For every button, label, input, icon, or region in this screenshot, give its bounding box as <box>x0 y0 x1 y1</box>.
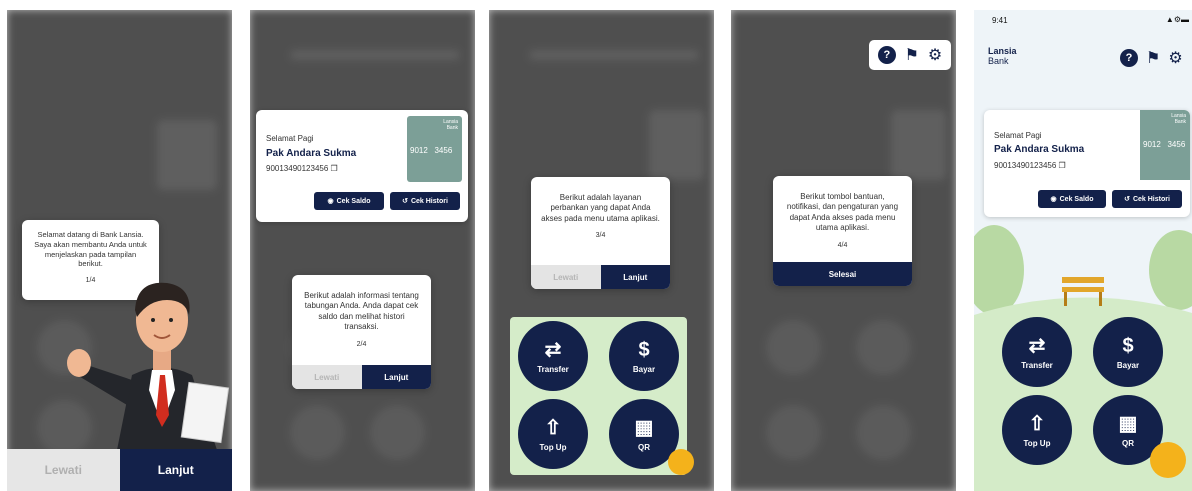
account-number-row: 90013490123456 ❐ <box>994 161 1066 170</box>
step-counter: 2/4 <box>356 340 367 348</box>
skip-button[interactable]: Lewati <box>7 449 120 491</box>
tooltip-message: Berikut adalah layanan perbankan yang da… <box>541 193 660 223</box>
customer-name: Pak Andara Sukma <box>994 144 1085 155</box>
status-bar: 9:41 ▲⚙▬ <box>974 10 1192 30</box>
qr-label: QR <box>638 442 650 452</box>
brand-line-1: Lansia <box>988 46 1017 56</box>
history-icon: ↺ <box>402 198 408 205</box>
transfer-icon: ⇄ <box>1028 334 1046 357</box>
transfer-label: Transfer <box>1021 360 1053 370</box>
bill-icon: $ <box>638 338 650 361</box>
header-icons-highlight: ? ⚑ ⚙ <box>869 40 951 70</box>
check-history-button[interactable]: ↺ Cek Histori <box>1112 190 1182 208</box>
check-history-label: Cek Histori <box>1132 195 1170 203</box>
pay-button[interactable]: $ Bayar <box>1093 317 1163 387</box>
qr-icon: ▦ <box>634 416 654 439</box>
gear-icon[interactable]: ⚙ <box>928 45 942 65</box>
account-number: 90013490123456 <box>994 161 1057 170</box>
account-info-tooltip: Berikut adalah informasi tentang tabunga… <box>292 275 431 389</box>
home-screen: 9:41 ▲⚙▬ Lansia Bank ? ⚑ ⚙ Lansia Bank 9… <box>974 10 1192 491</box>
pay-label: Bayar <box>632 364 656 374</box>
check-balance-label: Cek Saldo <box>336 197 371 205</box>
card-number: 9012 3456 <box>410 146 453 155</box>
onboarding-step-1: Selamat datang di Bank Lansia. Saya akan… <box>7 10 232 491</box>
account-card: Lansia Bank 9012 3456 Selamat Pagi Pak A… <box>984 110 1190 217</box>
bill-icon: $ <box>1122 334 1134 357</box>
transfer-button[interactable]: ⇄ Transfer <box>518 321 588 391</box>
header-icons-tooltip: Berikut tombol bantuan, notifikasi, dan … <box>773 176 912 286</box>
card-brand: Lansia Bank <box>1171 113 1186 125</box>
bell-icon[interactable]: ⚑ <box>1146 48 1160 68</box>
check-balance-button[interactable]: ◉ Cek Saldo <box>1038 190 1106 208</box>
gear-icon[interactable]: ⚙ <box>1168 48 1182 68</box>
bell-icon[interactable]: ⚑ <box>905 45 919 65</box>
topup-button[interactable]: ⇧ Top Up <box>518 399 588 469</box>
account-number: 90013490123456 <box>266 164 329 173</box>
clock: 9:41 <box>992 16 1008 25</box>
qr-label: QR <box>1122 438 1134 448</box>
topup-button[interactable]: ⇧ Top Up <box>1002 395 1072 465</box>
topup-label: Top Up <box>539 442 567 452</box>
next-button[interactable]: Lanjut <box>361 365 431 389</box>
topup-icon: ⇧ <box>544 416 562 439</box>
step-counter: 4/4 <box>837 241 848 249</box>
bank-card-image: Lansia Bank 9012 3456 <box>1140 110 1190 180</box>
history-icon: ↺ <box>1124 196 1130 203</box>
eye-icon: ◉ <box>1050 196 1057 203</box>
transfer-label: Transfer <box>537 364 569 374</box>
copy-icon[interactable]: ❐ <box>331 164 338 173</box>
next-button[interactable]: Lanjut <box>119 449 232 491</box>
account-card-highlight: Lansia Bank 9012 3456 Selamat Pagi Pak A… <box>256 110 468 222</box>
pay-label: Bayar <box>1116 360 1140 370</box>
help-icon[interactable]: ? <box>877 46 896 64</box>
services-highlight-panel: ⇄ Transfer $ Bayar ⇧ Top Up ▦ QR <box>510 317 694 475</box>
greeting-text: Selamat Pagi <box>994 131 1042 140</box>
card-number: 9012 3456 <box>1143 140 1186 149</box>
qr-icon: ▦ <box>1118 412 1138 435</box>
floating-action-circle[interactable] <box>1150 442 1186 478</box>
next-button[interactable]: Lanjut <box>600 265 670 289</box>
onboarding-step-2: Lansia Bank 9012 3456 Selamat Pagi Pak A… <box>250 10 475 491</box>
pay-button[interactable]: $ Bayar <box>609 321 679 391</box>
bank-card-image: Lansia Bank 9012 3456 <box>407 116 462 182</box>
check-balance-button[interactable]: ◉ Cek Saldo <box>314 192 384 210</box>
topup-icon: ⇧ <box>1028 412 1046 435</box>
help-icon[interactable]: ? <box>1120 49 1138 67</box>
tooltip-message: Berikut adalah informasi tentang tabunga… <box>304 291 419 332</box>
status-icons: ▲⚙▬ <box>1165 15 1189 24</box>
tooltip-message: Berikut tombol bantuan, notifikasi, dan … <box>786 192 899 233</box>
customer-name: Pak Andara Sukma <box>266 148 357 159</box>
header-icons: ? ⚑ ⚙ <box>1120 48 1183 68</box>
eye-icon: ◉ <box>327 198 334 205</box>
floating-action-circle <box>668 449 694 475</box>
card-brand: Lansia Bank <box>443 119 458 131</box>
brand-line-2: Bank <box>988 56 1009 66</box>
transfer-button[interactable]: ⇄ Transfer <box>1002 317 1072 387</box>
skip-button[interactable]: Lewati <box>531 265 601 289</box>
step-counter: 3/4 <box>595 232 606 240</box>
services-tooltip: Berikut adalah layanan perbankan yang da… <box>531 177 670 289</box>
onboarding-step-4: ? ⚑ ⚙ Berikut tombol bantuan, notifikasi… <box>731 10 956 491</box>
assistant-mascot-illustration <box>67 282 230 450</box>
topup-label: Top Up <box>1023 438 1051 448</box>
check-balance-label: Cek Saldo <box>1059 195 1094 203</box>
check-history-label: Cek Histori <box>410 197 448 205</box>
onboarding-step-3: Berikut adalah layanan perbankan yang da… <box>489 10 714 491</box>
check-history-button[interactable]: ↺ Cek Histori <box>390 192 460 210</box>
transfer-icon: ⇄ <box>544 338 562 361</box>
account-number-row: 90013490123456 ❐ <box>266 164 338 173</box>
copy-icon[interactable]: ❐ <box>1059 161 1066 170</box>
brand-logo: Lansia Bank <box>988 46 1017 66</box>
greeting-text: Selamat Pagi <box>266 134 314 143</box>
done-button[interactable]: Selesai <box>773 262 912 286</box>
skip-button[interactable]: Lewati <box>292 365 362 389</box>
